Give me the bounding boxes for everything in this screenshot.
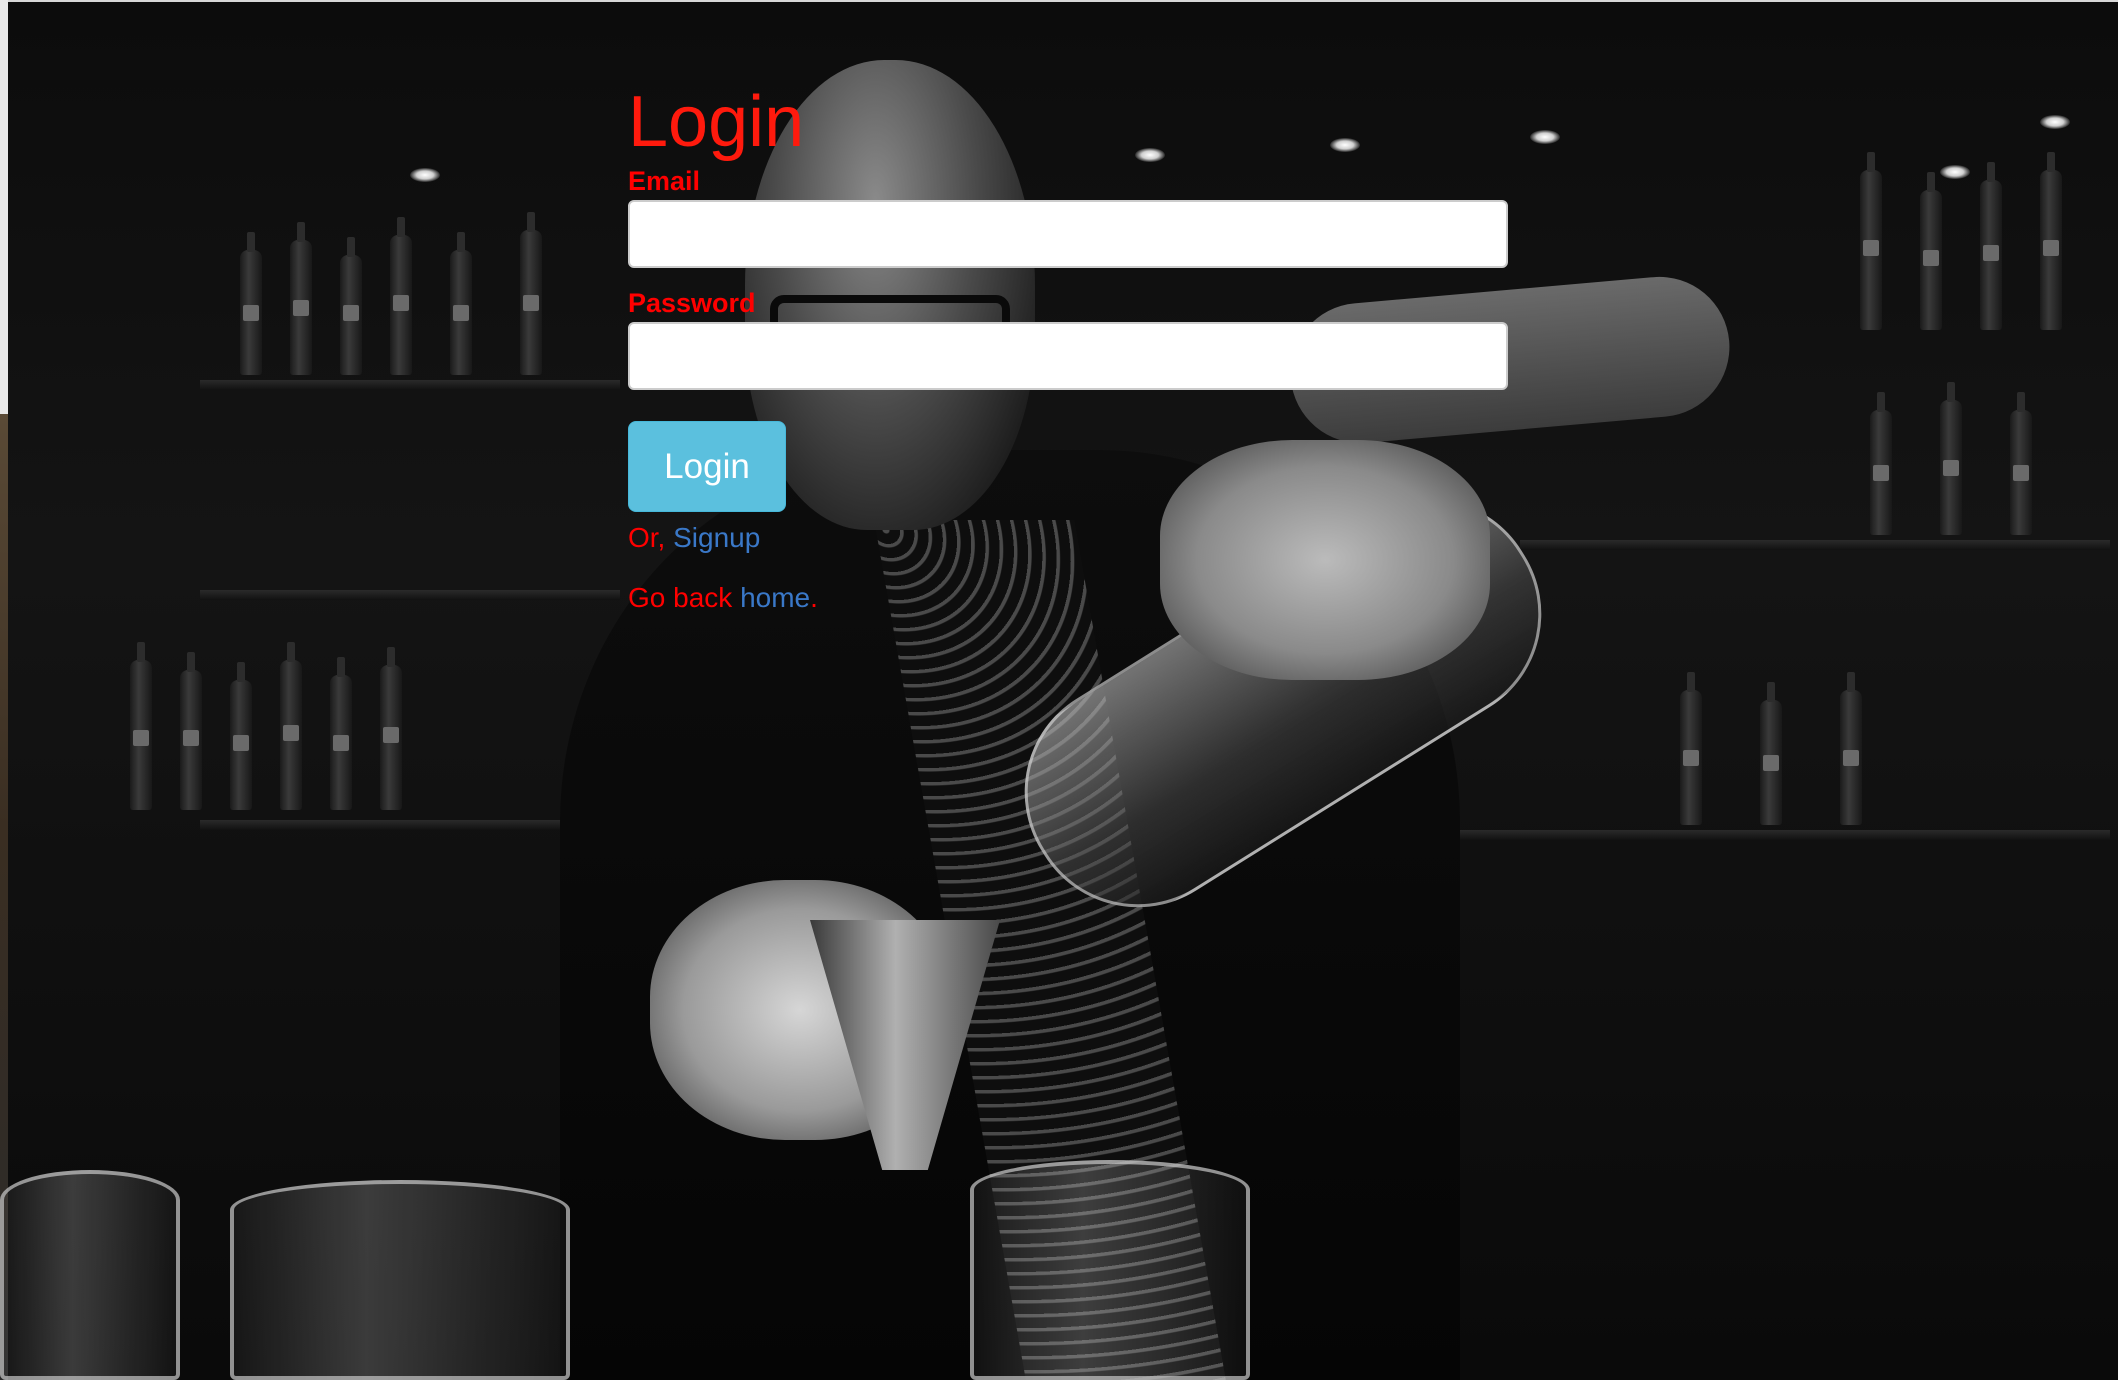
bar-shelf	[200, 380, 620, 390]
ceiling-light	[2040, 115, 2070, 129]
bottle	[1920, 172, 1942, 330]
bottle	[130, 642, 152, 810]
bar-shelf	[200, 820, 620, 830]
glass	[970, 1160, 1250, 1380]
ceiling-light	[1940, 165, 1970, 179]
email-field[interactable]	[628, 200, 1508, 268]
bottle	[380, 647, 402, 810]
signup-prefix: Or,	[628, 522, 666, 553]
ceiling-light	[410, 168, 440, 182]
login-form: Login Email Password Login Or, Signup Go…	[628, 80, 1508, 614]
bottle	[1870, 392, 1892, 535]
page-title: Login	[628, 82, 805, 162]
password-label: Password	[628, 288, 756, 318]
bottle	[450, 232, 472, 375]
login-button[interactable]: Login	[628, 421, 786, 512]
home-prefix: Go back	[628, 582, 733, 613]
home-suffix: .	[810, 582, 818, 613]
bottle	[280, 642, 302, 810]
bottle	[1860, 152, 1882, 330]
bar-shelf	[1360, 830, 2110, 840]
bottle	[1680, 672, 1702, 825]
bottle	[1760, 682, 1782, 825]
bottle	[330, 657, 352, 810]
bottle	[2040, 152, 2062, 330]
bar-shelf	[200, 590, 620, 600]
bottle	[2010, 392, 2032, 535]
bottle	[520, 212, 542, 375]
home-line: Go back home.	[628, 582, 1508, 614]
email-label: Email	[628, 166, 701, 196]
bottle	[240, 232, 262, 375]
bottle	[390, 217, 412, 375]
ceiling-light	[1530, 130, 1560, 144]
bottle	[340, 237, 362, 375]
glass	[230, 1180, 570, 1380]
bottle	[290, 222, 312, 375]
left-edge-strip	[0, 0, 8, 1380]
bottle	[1940, 382, 1962, 535]
bottle	[1840, 672, 1862, 825]
bottle	[1980, 162, 2002, 330]
bottle	[180, 652, 202, 810]
top-border-line	[0, 0, 2118, 2]
signup-link[interactable]: Signup	[673, 522, 760, 553]
glass	[0, 1170, 180, 1380]
signup-line: Or, Signup	[628, 522, 1508, 554]
bottle	[230, 662, 252, 810]
password-field[interactable]	[628, 322, 1508, 390]
home-link[interactable]: home	[740, 582, 810, 613]
bar-shelf	[1520, 540, 2110, 550]
